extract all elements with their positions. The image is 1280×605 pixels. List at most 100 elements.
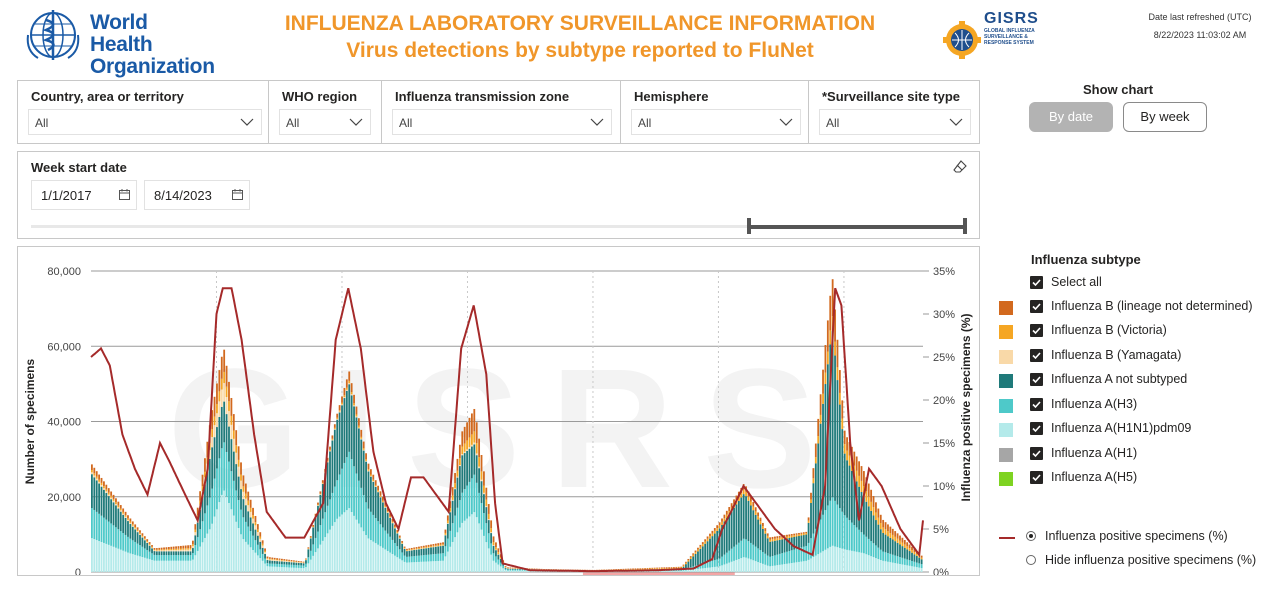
bar-segment <box>288 564 291 568</box>
bar-segment <box>733 546 735 561</box>
bar-segment <box>824 345 827 373</box>
bar-segment <box>826 505 829 549</box>
bar-segment <box>509 569 512 571</box>
date-slider-end-handle[interactable] <box>963 218 967 234</box>
bar-segment <box>759 550 762 563</box>
eraser-icon[interactable] <box>953 160 967 174</box>
bar-segment <box>355 519 358 572</box>
bar-segment <box>146 539 149 542</box>
bar-segment <box>134 528 137 530</box>
legend-item[interactable]: Influenza B (lineage not determined) <box>996 299 1280 319</box>
checkbox-checked-icon[interactable] <box>1030 422 1043 435</box>
bar-segment <box>838 547 841 572</box>
transmission-zone-dropdown[interactable]: All <box>392 109 612 135</box>
bar-segment <box>769 537 772 540</box>
radio-unselected-icon[interactable] <box>1026 555 1036 565</box>
legend-item[interactable]: Influenza A(H3) <box>996 397 1280 417</box>
bar-segment <box>377 491 380 493</box>
bar-segment <box>131 540 134 555</box>
radio-selected-icon[interactable] <box>1026 531 1036 541</box>
bar-segment <box>651 567 654 569</box>
hide-positive-label: Hide influenza positive specimens (%) <box>1045 553 1257 567</box>
hemisphere-dropdown[interactable]: All <box>631 109 801 135</box>
country-dropdown[interactable]: All <box>28 109 262 135</box>
bar-segment <box>273 559 276 561</box>
bar-segment <box>504 570 507 572</box>
bar-segment <box>309 538 312 551</box>
bar-segment <box>682 564 685 566</box>
hide-positive-radio[interactable]: Hide influenza positive specimens (%) <box>996 553 1280 573</box>
who-region-dropdown[interactable]: All <box>279 109 371 135</box>
bar-segment <box>701 544 704 547</box>
bar-segment <box>218 391 221 402</box>
bar-segment <box>704 541 707 544</box>
y-right-label: Influenza positive specimens (%) <box>959 313 973 501</box>
bar-segment <box>446 538 449 552</box>
bar-segment <box>160 555 163 561</box>
by-week-button[interactable]: By week <box>1123 102 1207 132</box>
bar-segment <box>394 526 396 528</box>
bar-segment <box>112 525 115 547</box>
bar-segment <box>490 533 493 544</box>
legend-item[interactable]: Influenza A(H1) <box>996 446 1280 466</box>
bar-segment <box>172 549 175 552</box>
bar-segment <box>283 559 286 561</box>
bar-segment <box>247 491 250 501</box>
bar-segment <box>730 503 733 508</box>
bar-segment <box>276 566 278 572</box>
bar-segment <box>256 544 259 556</box>
bar-segment <box>889 562 892 572</box>
bar-segment <box>218 416 221 459</box>
bar-segment <box>297 565 300 568</box>
bar-segment <box>728 507 731 512</box>
legend-item[interactable]: Influenza B (Yamagata) <box>996 348 1280 368</box>
date-slider-start-handle[interactable] <box>747 218 751 234</box>
legend-item[interactable]: Influenza A(H1N1)pdm09 <box>996 421 1280 441</box>
bar-segment <box>293 560 295 562</box>
calendar-icon[interactable] <box>232 189 243 200</box>
checkbox-checked-icon[interactable] <box>1030 471 1043 484</box>
legend-item[interactable]: Influenza A not subtyped <box>996 372 1280 392</box>
bar-segment <box>408 550 411 557</box>
calendar-icon[interactable] <box>119 189 130 200</box>
checkbox-checked-icon[interactable] <box>1030 373 1043 386</box>
bar-segment <box>670 570 673 572</box>
bar-segment <box>699 568 702 572</box>
checkbox-checked-icon[interactable] <box>1030 324 1043 337</box>
bar-segment <box>345 390 348 458</box>
checkbox-checked-icon[interactable] <box>1030 398 1043 411</box>
bar-segment <box>158 547 161 550</box>
checkbox-checked-icon[interactable] <box>1030 300 1043 313</box>
bar-segment <box>235 452 238 465</box>
start-date-input[interactable]: 1/1/2017 <box>31 180 137 210</box>
bar-segment <box>490 528 493 533</box>
bar-segment <box>687 561 690 568</box>
by-date-button[interactable]: By date <box>1029 102 1113 132</box>
legend-item[interactable]: Influenza B (Victoria) <box>996 323 1280 343</box>
checkbox-checked-icon[interactable] <box>1030 349 1043 362</box>
bar-segment <box>754 514 757 547</box>
bar-segment <box>877 524 880 548</box>
bar-segment <box>321 482 324 484</box>
bar-segment <box>812 478 815 484</box>
legend-select-all[interactable]: Select all <box>996 275 1280 295</box>
bar-segment <box>831 497 834 546</box>
bar-segment <box>146 542 149 543</box>
bar-segment <box>177 560 180 572</box>
checkbox-checked-icon[interactable] <box>1030 447 1043 460</box>
bar-segment <box>211 523 214 572</box>
site-type-dropdown-value: All <box>826 116 840 130</box>
end-date-input[interactable]: 8/14/2023 <box>144 180 250 210</box>
legend-item[interactable]: Influenza A(H5) <box>996 470 1280 490</box>
bar-segment <box>333 486 336 523</box>
bar-segment <box>742 494 745 539</box>
bar-segment <box>718 566 721 572</box>
bar-segment <box>716 525 719 529</box>
checkbox-checked-icon[interactable] <box>1030 276 1043 289</box>
show-positive-radio[interactable]: Influenza positive specimens (%) <box>996 529 1280 549</box>
bar-segment <box>677 566 680 568</box>
bar-segment <box>723 564 726 572</box>
site-type-dropdown[interactable]: All <box>819 109 971 135</box>
bar-segment <box>273 560 276 564</box>
bar-segment <box>709 561 711 568</box>
